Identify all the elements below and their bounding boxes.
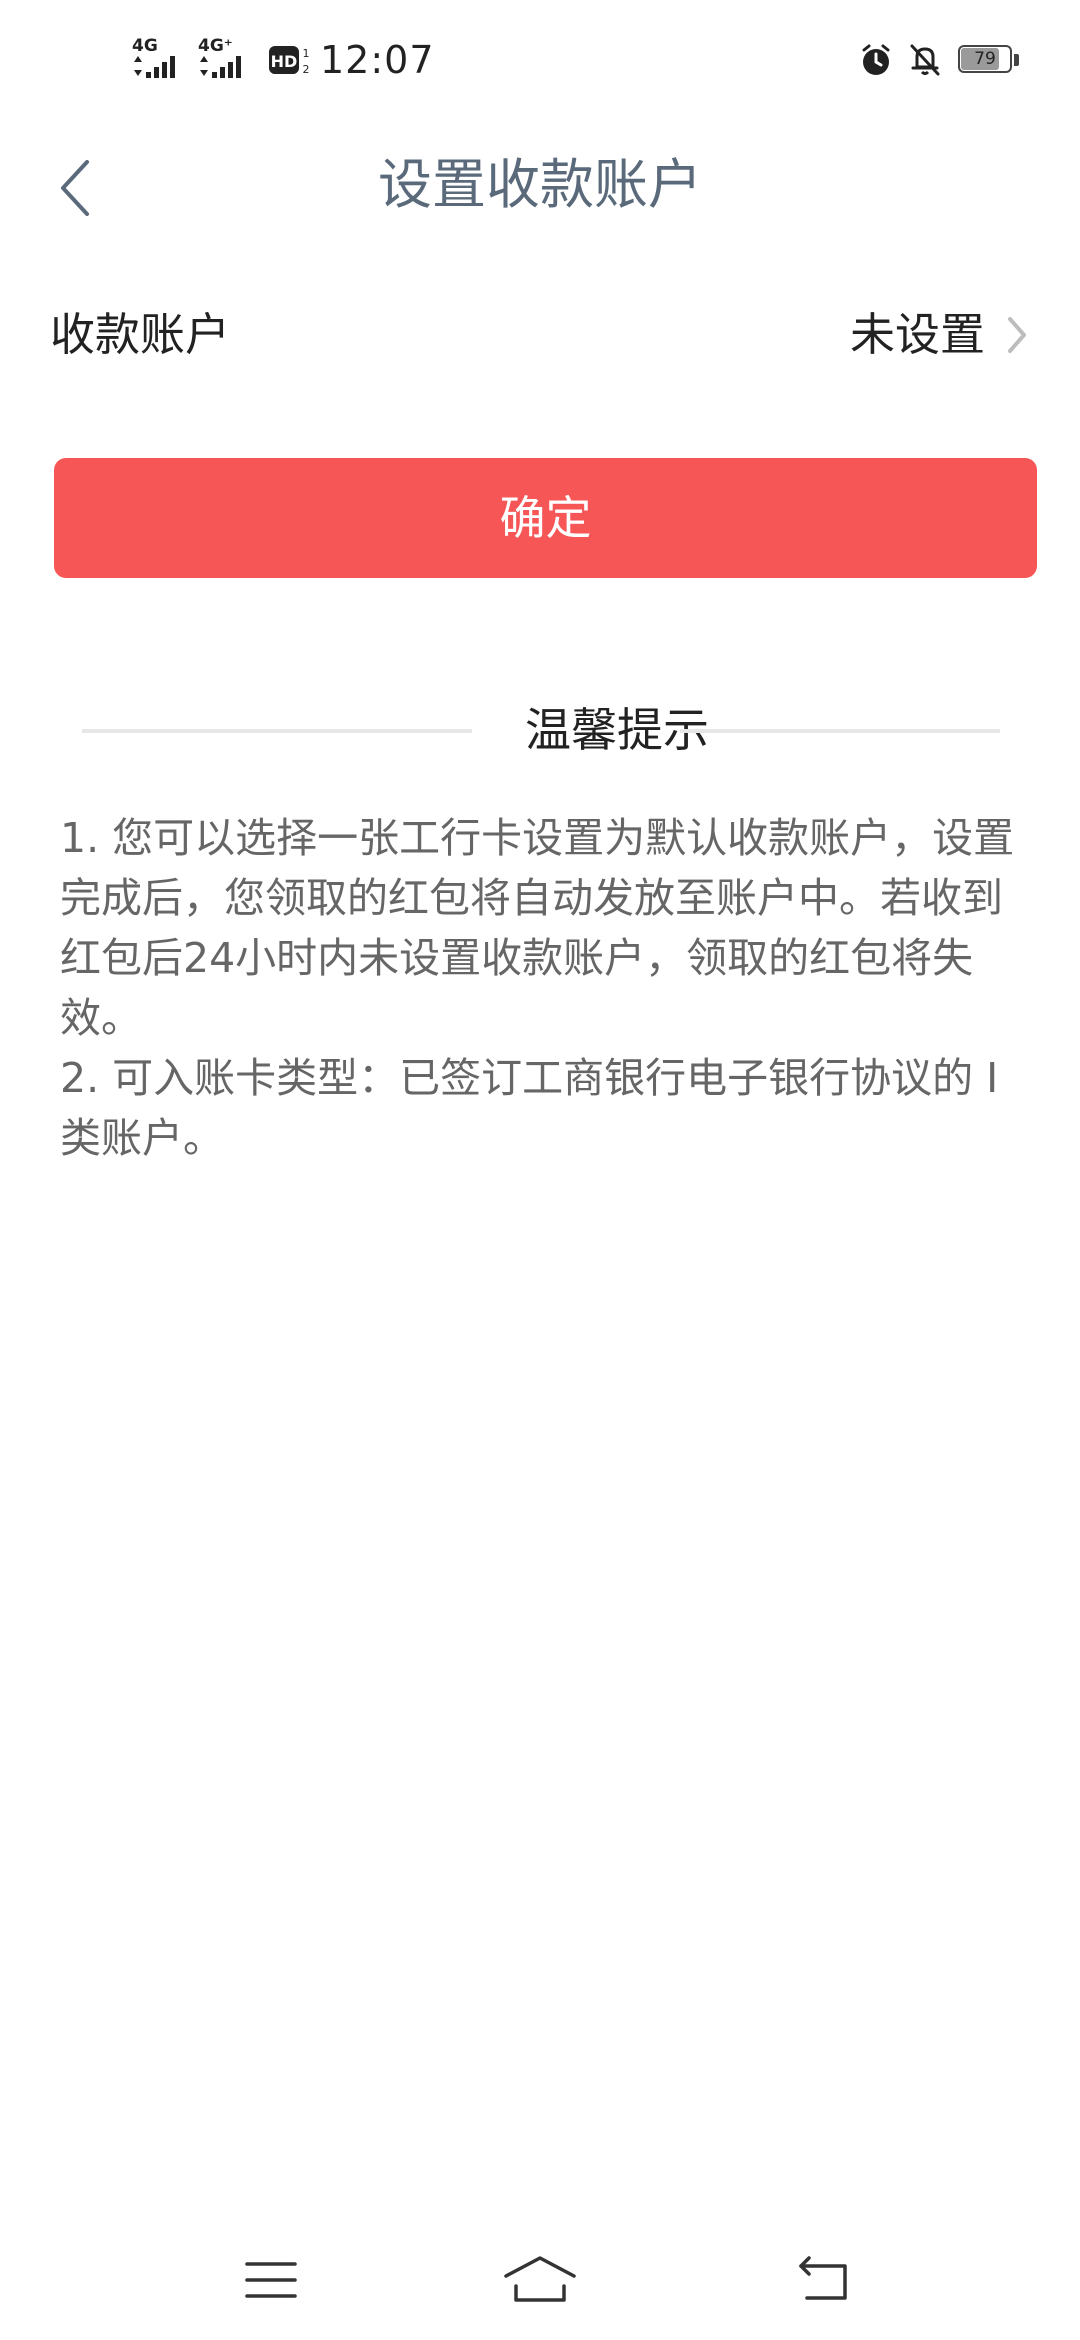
system-nav-bar: [0, 2220, 1080, 2340]
menu-button[interactable]: [226, 2240, 316, 2320]
status-bar-left: 4G 4G⁺ HD 1 2 12:07: [132, 30, 435, 90]
account-status-value: 未设置: [849, 308, 985, 361]
divider-line: [82, 729, 472, 733]
svg-text:1: 1: [303, 47, 310, 60]
status-time: 12:07: [320, 38, 435, 82]
back-icon: [799, 2256, 847, 2300]
back-nav-button[interactable]: [778, 2240, 868, 2320]
hd-volte-icon: HD 1 2: [269, 46, 310, 76]
nav-header: 设置收款账户: [0, 120, 1080, 250]
back-button[interactable]: [40, 148, 110, 228]
confirm-button[interactable]: 确定: [54, 458, 1037, 578]
divider-line: [680, 729, 1000, 733]
svg-text:2: 2: [303, 63, 310, 76]
tip-item: 1. 您可以选择一张工行卡设置为默认收款账户，设置完成后，您领取的红包将自动发放…: [60, 814, 1015, 1042]
status-bar: 4G 4G⁺ HD 1 2 12:07 79: [0, 0, 1080, 120]
menu-icon: [245, 2262, 297, 2298]
home-button[interactable]: [495, 2240, 585, 2320]
alarm-icon: [862, 44, 890, 75]
tips-divider: 温馨提示: [82, 690, 1000, 770]
tips-body: 1. 您可以选择一张工行卡设置为默认收款账户，设置完成后，您领取的红包将自动发放…: [60, 808, 1040, 1168]
page: 4G 4G⁺ HD 1 2 12:07 79 设置收款账户 收款账户 未设置 确…: [0, 0, 1080, 2340]
battery-level-text: 79: [974, 49, 996, 69]
chevron-left-icon: [61, 160, 89, 216]
home-icon: [504, 2256, 576, 2302]
tip-item: 2. 可入账卡类型：已签订工商银行电子银行协议的 I 类账户。: [60, 1054, 999, 1162]
account-label: 收款账户: [50, 308, 231, 361]
battery-icon: 79: [958, 45, 1020, 75]
account-row[interactable]: 收款账户 未设置: [0, 270, 1080, 400]
page-title: 设置收款账户: [378, 153, 702, 216]
signal-icon: 4G⁺: [198, 38, 250, 82]
status-bar-right: 79: [844, 36, 1020, 84]
chevron-right-icon: [1008, 317, 1026, 353]
hd-label: HD: [271, 52, 298, 71]
signal-icon: 4G: [132, 38, 184, 82]
notifications-off-icon: [910, 44, 940, 76]
